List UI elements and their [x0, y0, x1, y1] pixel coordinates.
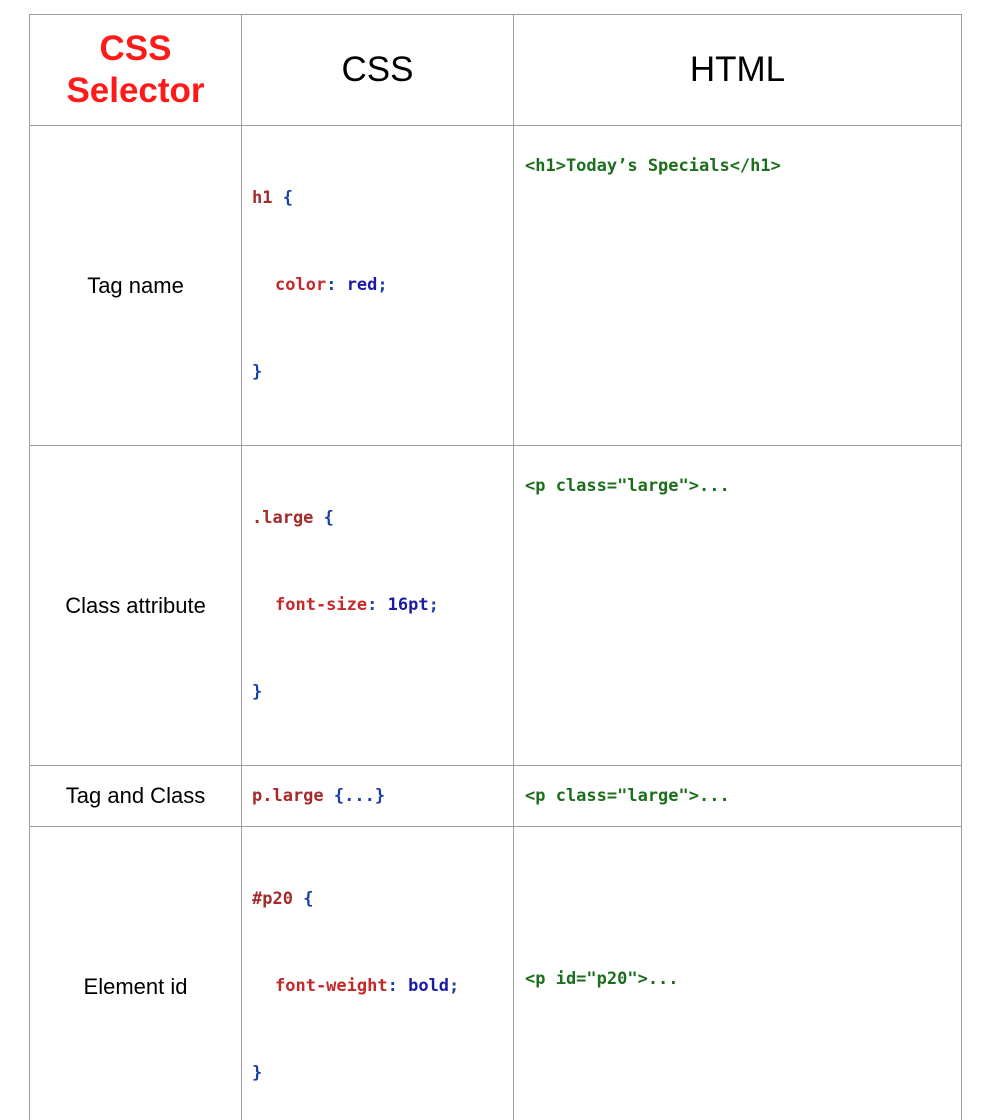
header-css-cell: CSS	[242, 15, 514, 126]
header-row: CSS Selector CSS HTML	[30, 15, 962, 126]
css-code: #p20 { font-weight: bold; }	[242, 827, 513, 1120]
header-html: HTML	[514, 50, 961, 90]
css-value: 16pt	[388, 595, 429, 615]
css-selector: #p20	[252, 889, 293, 909]
css-selector: h1	[252, 188, 272, 208]
css-code-cell: .large { font-size: 16pt; }	[242, 446, 514, 766]
html-code-cell: <p id="p20">...	[514, 827, 962, 1120]
row-label: Tag name	[30, 273, 241, 299]
header-selector-line1: CSS	[30, 28, 241, 70]
header-css: CSS	[242, 50, 513, 90]
css-property: font-weight	[275, 976, 388, 996]
header-selector-line2: Selector	[30, 70, 241, 112]
html-code-cell: <p class="large">...	[514, 446, 962, 766]
row-label: Tag and Class	[30, 783, 241, 809]
css-close-brace: }	[252, 1063, 262, 1083]
css-open-brace: {	[283, 188, 293, 208]
css-value: red	[347, 275, 378, 295]
table-row: Tag name h1 { color: red; } <h1>Today’s …	[30, 126, 962, 446]
html-code: <p id="p20">...	[514, 969, 961, 989]
css-code-cell: h1 { color: red; }	[242, 126, 514, 446]
css-property: font-size	[275, 595, 367, 615]
css-close-brace: }	[252, 682, 262, 702]
header-selector: CSS Selector	[30, 28, 241, 112]
html-code-cell: <h1>Today’s Specials</h1>	[514, 126, 962, 446]
row-label: Class attribute	[30, 593, 241, 619]
table-row: Class attribute .large { font-size: 16pt…	[30, 446, 962, 766]
css-selector: .large	[252, 508, 313, 528]
css-code-cell: p.large {...}	[242, 766, 514, 827]
html-code: <p class="large">...	[514, 786, 961, 806]
css-close-brace: }	[252, 362, 262, 382]
html-code: <p class="large">...	[514, 446, 961, 496]
row-label-cell: Class attribute	[30, 446, 242, 766]
row-label-cell: Tag and Class	[30, 766, 242, 827]
table-row: Tag and Class p.large {...} <p class="la…	[30, 766, 962, 827]
css-open-brace: {	[324, 508, 334, 528]
css-open-brace: {	[303, 889, 313, 909]
css-code: .large { font-size: 16pt; }	[242, 446, 513, 765]
css-rule-body: {...}	[334, 786, 385, 806]
css-value: bold	[408, 976, 449, 996]
css-property: color	[275, 275, 326, 295]
html-code-cell: <p class="large">...	[514, 766, 962, 827]
css-code-cell: #p20 { font-weight: bold; }	[242, 827, 514, 1120]
row-label-cell: Tag name	[30, 126, 242, 446]
css-selector-table: CSS Selector CSS HTML Tag name h1 { colo…	[29, 14, 962, 1120]
row-label: Element id	[30, 974, 241, 1000]
header-selector-cell: CSS Selector	[30, 15, 242, 126]
css-code: p.large {...}	[242, 782, 513, 811]
row-label-cell: Element id	[30, 827, 242, 1120]
header-html-cell: HTML	[514, 15, 962, 126]
css-selector: p.large	[252, 786, 324, 806]
css-code: h1 { color: red; }	[242, 126, 513, 445]
table-row: Element id #p20 { font-weight: bold; } <…	[30, 827, 962, 1120]
html-code: <h1>Today’s Specials</h1>	[514, 126, 961, 176]
